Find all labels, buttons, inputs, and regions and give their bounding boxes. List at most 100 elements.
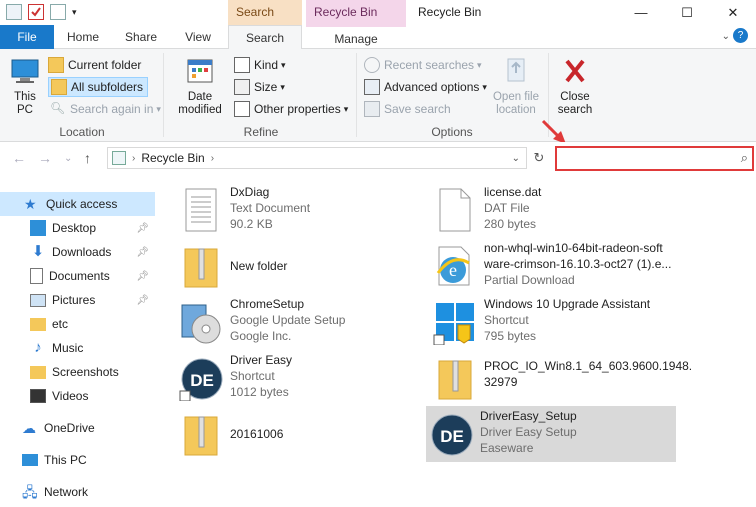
refresh-icon[interactable]: ↻ bbox=[530, 148, 548, 168]
recent-locations-icon[interactable]: ⌄ bbox=[64, 153, 72, 164]
setup-disc-icon bbox=[176, 297, 226, 347]
date-modified-label: Date modified bbox=[178, 91, 222, 116]
pin-icon[interactable]: 📌︎ bbox=[136, 271, 149, 282]
sidebar-item-videos[interactable]: Videos bbox=[0, 384, 155, 408]
advanced-options-icon bbox=[364, 79, 380, 95]
maximize-button[interactable]: ☐ bbox=[664, 0, 710, 25]
sidebar-item-label: Desktop bbox=[52, 221, 97, 235]
help-icon[interactable]: ? bbox=[733, 28, 748, 43]
search-tools-context-label: Search Tools bbox=[228, 0, 302, 44]
sidebar-item-desktop[interactable]: Desktop 📌︎ bbox=[0, 216, 155, 240]
tab-home[interactable]: Home bbox=[60, 25, 106, 49]
search-box[interactable]: ⌕ bbox=[555, 146, 754, 171]
computer-icon bbox=[11, 59, 39, 83]
search-icon[interactable]: ⌕ bbox=[741, 150, 748, 166]
close-search-button[interactable]: Close search bbox=[552, 55, 598, 117]
sidebar-item-etc[interactable]: etc bbox=[0, 312, 155, 336]
sidebar-item-music[interactable]: ♪ Music bbox=[0, 336, 155, 360]
this-pc-button[interactable]: This PC bbox=[6, 55, 44, 117]
all-subfolders-button[interactable]: All subfolders bbox=[48, 77, 149, 97]
folder-icon bbox=[30, 365, 46, 379]
new-folder-qat-icon[interactable] bbox=[50, 4, 66, 20]
tab-manage[interactable]: Manage bbox=[306, 25, 406, 49]
address-bar[interactable]: › Recycle Bin › ⌄ bbox=[107, 147, 527, 169]
file-item-radeon-download[interactable]: e non-whql-win10-64bit-radeon-soft ware-… bbox=[430, 238, 680, 294]
sidebar-item-label: Screenshots bbox=[52, 365, 119, 379]
sidebar-item-downloads[interactable]: ⬇ Downloads 📌︎ bbox=[0, 240, 155, 264]
up-icon[interactable]: ↑ bbox=[84, 150, 91, 166]
sidebar-item-documents[interactable]: Documents 📌︎ bbox=[0, 264, 155, 288]
chevron-down-icon: ▾ bbox=[482, 81, 487, 92]
kind-button[interactable]: Kind ▾ bbox=[234, 55, 286, 75]
title-bar: ▾ Search Tools Recycle Bin Tools Recycle… bbox=[0, 0, 756, 44]
sidebar-item-screenshots[interactable]: Screenshots bbox=[0, 360, 155, 384]
chevron-down-icon: ▾ bbox=[477, 59, 482, 70]
quick-access-toolbar: ▾ bbox=[6, 4, 77, 20]
file-item-new-folder[interactable]: New folder bbox=[176, 238, 426, 294]
file-item-dxdiag[interactable]: DxDiag Text Document 90.2 KB bbox=[176, 182, 426, 238]
open-file-location-button[interactable]: Open file location bbox=[488, 55, 544, 117]
recent-searches-button[interactable]: Recent searches ▾ bbox=[364, 55, 482, 75]
address-dropdown-icon[interactable]: ⌄ bbox=[512, 153, 520, 164]
chevron-down-icon: ▾ bbox=[280, 81, 285, 92]
tab-file[interactable]: File bbox=[0, 25, 54, 49]
size-button[interactable]: Size ▾ bbox=[234, 77, 285, 97]
file-item-driver-easy[interactable]: DE Driver Easy Shortcut 1012 bytes bbox=[176, 350, 426, 406]
file-size: 795 bytes bbox=[484, 329, 537, 343]
kind-icon bbox=[234, 57, 250, 73]
file-item-drivereasy-setup[interactable]: DE DriverEasy_Setup Driver Easy Setup Ea… bbox=[426, 406, 676, 462]
file-name-continuation: ware-crimson-16.10.3-oct27 (1).e... bbox=[484, 257, 672, 271]
breadcrumb[interactable]: Recycle Bin bbox=[141, 151, 204, 165]
videos-icon bbox=[30, 389, 46, 403]
file-name-continuation: 32979 bbox=[484, 375, 518, 389]
sidebar-item-onedrive[interactable]: ☁ OneDrive bbox=[0, 416, 155, 440]
breadcrumb-separator-icon: › bbox=[132, 152, 136, 164]
pin-icon[interactable]: 📌︎ bbox=[136, 295, 149, 306]
text-document-icon bbox=[176, 185, 226, 235]
file-item-20161006[interactable]: 20161006 bbox=[176, 406, 426, 462]
current-folder-button[interactable]: Current folder bbox=[48, 55, 141, 75]
file-item-chromesetup[interactable]: ChromeSetup Google Update Setup Google I… bbox=[176, 294, 426, 350]
ribbon-tabs: File Home Share View Search Manage ⌄ ? bbox=[0, 25, 756, 50]
sidebar-item-network[interactable]: 🖧︎ Network bbox=[0, 480, 155, 504]
search-again-in-button[interactable]: 🔍︎ Search again in ▾ bbox=[50, 99, 161, 119]
other-properties-button[interactable]: Other properties ▾ bbox=[234, 99, 348, 119]
sidebar-item-quick-access[interactable]: ★ Quick access bbox=[0, 192, 155, 216]
folder-icon bbox=[48, 57, 64, 73]
cloud-icon: ☁ bbox=[22, 420, 36, 436]
tab-share[interactable]: Share bbox=[118, 25, 164, 49]
open-file-location-icon bbox=[507, 58, 525, 82]
pin-icon[interactable]: 📌︎ bbox=[136, 247, 149, 258]
file-item-license[interactable]: license.dat DAT File 280 bytes bbox=[430, 182, 680, 238]
sidebar-item-this-pc[interactable]: This PC bbox=[0, 448, 155, 472]
drivereasy-icon: DE bbox=[426, 409, 476, 459]
close-button[interactable]: ✕ bbox=[710, 0, 756, 25]
drivereasy-icon: DE bbox=[176, 353, 226, 403]
save-icon bbox=[364, 101, 380, 117]
tab-search[interactable]: Search bbox=[228, 25, 302, 50]
open-file-location-label: Open file location bbox=[492, 91, 540, 116]
this-pc-label: This PC bbox=[14, 91, 36, 116]
properties-icon[interactable] bbox=[28, 4, 44, 20]
forward-icon[interactable]: → bbox=[38, 150, 52, 166]
sidebar-item-pictures[interactable]: Pictures 📌︎ bbox=[0, 288, 155, 312]
date-modified-button[interactable]: Date modified bbox=[170, 55, 230, 117]
advanced-options-button[interactable]: Advanced options ▾ bbox=[364, 77, 487, 97]
tab-view[interactable]: View bbox=[176, 25, 220, 49]
back-icon[interactable]: ← bbox=[12, 150, 26, 166]
save-search-button[interactable]: Save search bbox=[364, 99, 451, 119]
file-item-proc-io[interactable]: PROC_IO_Win8.1_64_603.9600.1948. 32979 bbox=[430, 350, 692, 406]
minimize-button[interactable]: — bbox=[618, 0, 664, 25]
minimize-ribbon-icon[interactable]: ⌄ bbox=[722, 31, 730, 42]
zip-folder-icon bbox=[430, 353, 480, 403]
file-type: Partial Download bbox=[484, 273, 575, 287]
search-input[interactable] bbox=[561, 148, 731, 169]
customize-qat-icon[interactable]: ▾ bbox=[72, 7, 77, 18]
pin-icon[interactable]: 📌︎ bbox=[136, 223, 149, 234]
all-subfolders-label: All subfolders bbox=[71, 80, 144, 94]
svg-text:DE: DE bbox=[440, 427, 464, 446]
documents-icon bbox=[30, 268, 43, 284]
file-type: Text Document bbox=[230, 201, 311, 215]
file-item-windows-upgrade[interactable]: Windows 10 Upgrade Assistant Shortcut 79… bbox=[430, 294, 680, 350]
recent-searches-label: Recent searches bbox=[384, 58, 475, 72]
